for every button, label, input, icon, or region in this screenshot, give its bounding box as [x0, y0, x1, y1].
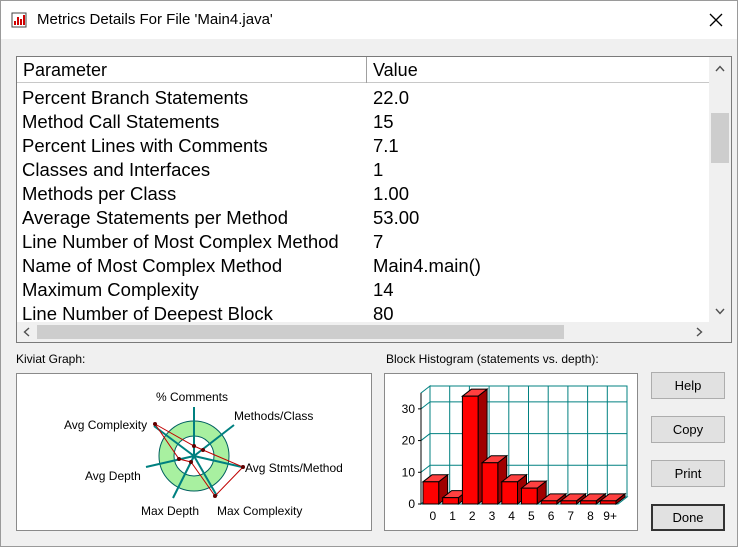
close-button[interactable] [703, 9, 729, 31]
row-value: 53.00 [373, 207, 420, 228]
table-row[interactable]: Name of Most Complex Method Main4.main() [17, 254, 709, 278]
row-parameter: Name of Most Complex Method [22, 255, 283, 276]
table-row[interactable]: Line Number of Deepest Block 80 [17, 302, 709, 322]
histogram-bar [481, 462, 499, 505]
histogram-bar [422, 481, 440, 505]
scroll-right-button[interactable] [689, 322, 709, 342]
histogram-bar [540, 500, 558, 505]
table-row[interactable]: Average Statements per Method 53.00 [17, 206, 709, 230]
histogram-bar [501, 481, 519, 505]
row-value: Main4.main() [373, 255, 481, 276]
metrics-details-window: Metrics Details For File 'Main4.java' Pa… [0, 0, 738, 547]
histogram-x-tick-label: 7 [567, 509, 574, 523]
histogram-svg: 01020300 1 2 3 4 5 6 7 8 9+ [402, 384, 629, 523]
row-parameter: Line Number of Deepest Block [22, 303, 273, 322]
histogram-bar [461, 395, 479, 505]
histogram-y-tick-label: 10 [402, 465, 416, 479]
row-parameter: Maximum Complexity [22, 279, 199, 300]
print-button[interactable]: Print [651, 460, 725, 487]
histogram-x-tick-label: 8 [587, 509, 594, 523]
column-header-value[interactable]: Value [367, 57, 709, 83]
horizontal-scrollbar[interactable] [17, 322, 709, 342]
row-value: 15 [373, 111, 394, 132]
kiviat-axis-label: Avg Complexity [64, 418, 147, 432]
histogram-y-tick-label: 0 [408, 497, 415, 511]
table-row[interactable]: Maximum Complexity 14 [17, 278, 709, 302]
kiviat-label: Kiviat Graph: [16, 352, 86, 366]
chevron-right-icon [696, 327, 703, 337]
list-rows: Percent Branch Statements 22.0 Method Cal… [17, 86, 709, 322]
table-row[interactable]: Method Call Statements 15 [17, 110, 709, 134]
histogram-label: Block Histogram (statements vs. depth): [386, 352, 599, 366]
histogram-x-tick-label: 2 [469, 509, 476, 523]
block-histogram: 0 10 20 30 0 1 2 3 4 5 6 7 8 9+ [384, 373, 638, 531]
row-value: 1.00 [373, 183, 410, 204]
table-row[interactable]: Percent Lines with Comments 7.1 [17, 134, 709, 158]
histogram-x-tick-label: 3 [489, 509, 496, 523]
row-value: 22.0 [373, 87, 410, 108]
app-icon [11, 12, 27, 28]
column-header-parameter[interactable]: Parameter [17, 57, 366, 83]
row-parameter: Percent Lines with Comments [22, 135, 268, 156]
histogram-x-tick-label: 4 [508, 509, 515, 523]
horizontal-scroll-thumb[interactable] [37, 325, 564, 339]
histogram-bar [560, 500, 578, 505]
row-value: 14 [373, 279, 394, 300]
histogram-y-tick-label: 20 [402, 434, 416, 448]
kiviat-axis-label: Methods/Class [234, 409, 313, 423]
scroll-down-button[interactable] [709, 300, 731, 322]
row-value: 80 [373, 303, 394, 322]
row-parameter: Methods per Class [22, 183, 177, 204]
histogram-bar [442, 497, 459, 505]
scroll-up-button[interactable] [709, 57, 731, 79]
kiviat-axis-label: Avg Stmts/Method [245, 461, 343, 475]
histogram-x-tick-label: 0 [430, 509, 437, 523]
row-parameter: Percent Branch Statements [22, 87, 249, 108]
help-button[interactable]: Help [651, 372, 725, 399]
row-parameter: Classes and Interfaces [22, 159, 211, 180]
chevron-left-icon [22, 327, 29, 337]
histogram-y-tick-label: 30 [402, 402, 416, 416]
row-parameter: Line Number of Most Complex Method [22, 231, 339, 252]
histogram-x-tick-label: 6 [548, 509, 555, 523]
title-bar: Metrics Details For File 'Main4.java' [1, 1, 737, 39]
vertical-scrollbar[interactable] [709, 57, 731, 322]
kiviat-graph: % Comments Methods/Class Avg Stmts/Metho… [16, 373, 372, 531]
kiviat-axis-label: Avg Depth [85, 469, 141, 483]
list-header: Parameter Value [17, 57, 709, 83]
kiviat-svg: % Comments Methods/Class Avg Stmts/Metho… [64, 390, 343, 518]
kiviat-axis-label: Max Depth [141, 504, 199, 518]
histogram-bar [599, 500, 617, 505]
row-parameter: Method Call Statements [22, 111, 220, 132]
kiviat-axis-label: % Comments [156, 390, 228, 404]
row-value: 7 [373, 231, 384, 252]
chevron-down-icon [715, 308, 725, 315]
scrollbar-corner [709, 322, 731, 342]
table-row[interactable]: Classes and Interfaces 1 [17, 158, 709, 182]
table-row[interactable]: Methods per Class 1.00 [17, 182, 709, 206]
window-title: Metrics Details For File 'Main4.java' [37, 11, 273, 28]
table-row[interactable]: Line Number of Most Complex Method 7 [17, 230, 709, 254]
histogram-x-tick-label: 9+ [603, 509, 617, 523]
done-button[interactable]: Done [651, 504, 725, 531]
chevron-up-icon [715, 64, 725, 71]
histogram-bar [580, 500, 597, 505]
vertical-scroll-thumb[interactable] [711, 113, 729, 163]
kiviat-axis-label: Max Complexity [217, 504, 302, 518]
histogram-x-tick-label: 1 [449, 509, 456, 523]
close-icon [709, 13, 723, 27]
histogram-x-tick-label: 5 [528, 509, 535, 523]
row-value: 1 [373, 159, 384, 180]
table-row[interactable]: Percent Branch Statements 22.0 [17, 86, 709, 110]
histogram-bar [521, 487, 538, 505]
row-value: 7.1 [373, 135, 399, 156]
metrics-list[interactable]: Parameter Value Percent Branch Statement… [16, 56, 732, 343]
row-parameter: Average Statements per Method [22, 207, 289, 228]
scroll-left-button[interactable] [17, 322, 35, 342]
copy-button[interactable]: Copy [651, 416, 725, 443]
